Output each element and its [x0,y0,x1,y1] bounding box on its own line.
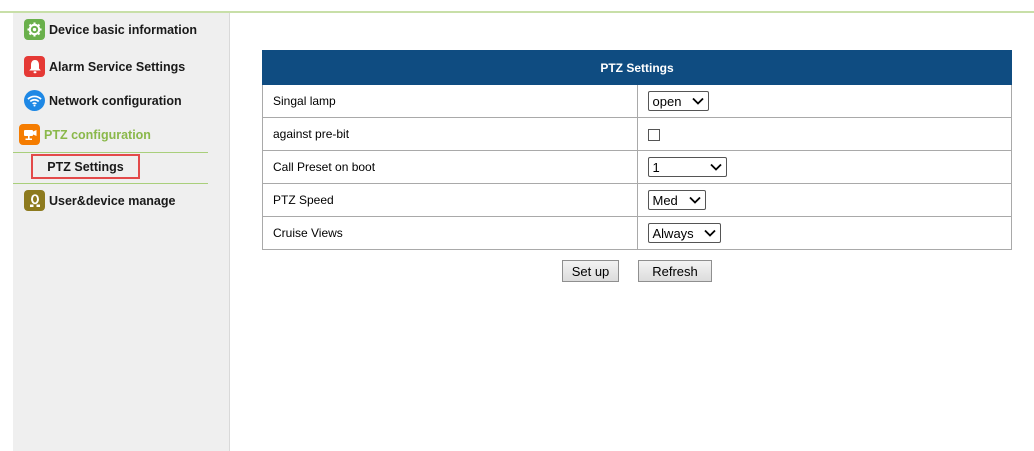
against-pre-bit-checkbox[interactable] [647,128,660,141]
call-preset-select[interactable]: 1 [647,157,727,177]
select-value: 1 [652,159,660,175]
sidebar-item-device-info[interactable]: Device basic information [13,13,229,46]
chevron-down-icon [709,163,722,171]
row-value-cell [636,117,1012,151]
camera-icon [19,124,40,145]
refresh-button[interactable]: Refresh [638,260,712,282]
table-row: Call Preset on boot 1 [262,150,1012,184]
row-value-cell: Always [636,216,1012,250]
sidebar: Device basic information Alarm Service S… [13,13,230,451]
divider [13,152,208,153]
ptz-settings-table: PTZ Settings Singal lamp open against pr… [262,50,1012,250]
row-value-cell: Med [636,183,1012,217]
row-label: against pre-bit [262,117,638,151]
row-label: PTZ Speed [262,183,638,217]
chevron-down-icon [703,229,716,237]
sidebar-item-label: Alarm Service Settings [49,59,186,74]
cruise-views-select[interactable]: Always [647,223,721,243]
row-label: Cruise Views [262,216,638,250]
set-up-button[interactable]: Set up [562,260,619,282]
sidebar-item-label: User&device manage [49,193,176,208]
table-row: Cruise Views Always [262,216,1012,250]
row-value-cell: open [636,84,1012,118]
select-value: Always [652,225,694,241]
sidebar-item-label: Device basic information [49,22,197,37]
sidebar-item-label: PTZ configuration [44,127,151,142]
table-row: PTZ Speed Med [262,183,1012,217]
row-label: Call Preset on boot [262,150,638,184]
table-row: against pre-bit [262,117,1012,151]
select-value: open [652,93,682,109]
sidebar-item-user-device[interactable]: User&device manage [13,184,229,217]
row-value-cell: 1 [636,150,1012,184]
sidebar-item-alarm[interactable]: Alarm Service Settings [13,50,229,83]
select-value: Med [652,192,678,208]
submenu-ptz-settings[interactable]: PTZ Settings [31,154,140,179]
table-row: Singal lamp open [262,84,1012,118]
chevron-down-icon [691,97,704,105]
sidebar-item-label: Network configuration [49,93,182,108]
wifi-icon [24,90,45,111]
signal-lamp-select[interactable]: open [647,91,709,111]
row-label: Singal lamp [262,84,638,118]
bell-icon [24,56,45,77]
table-title: PTZ Settings [262,50,1012,85]
user-icon [24,190,45,211]
gear-icon [24,19,45,40]
chevron-down-icon [688,196,701,204]
sidebar-item-ptz[interactable]: PTZ configuration [13,118,229,151]
ptz-speed-select[interactable]: Med [647,190,706,210]
sidebar-item-network[interactable]: Network configuration [13,84,229,117]
